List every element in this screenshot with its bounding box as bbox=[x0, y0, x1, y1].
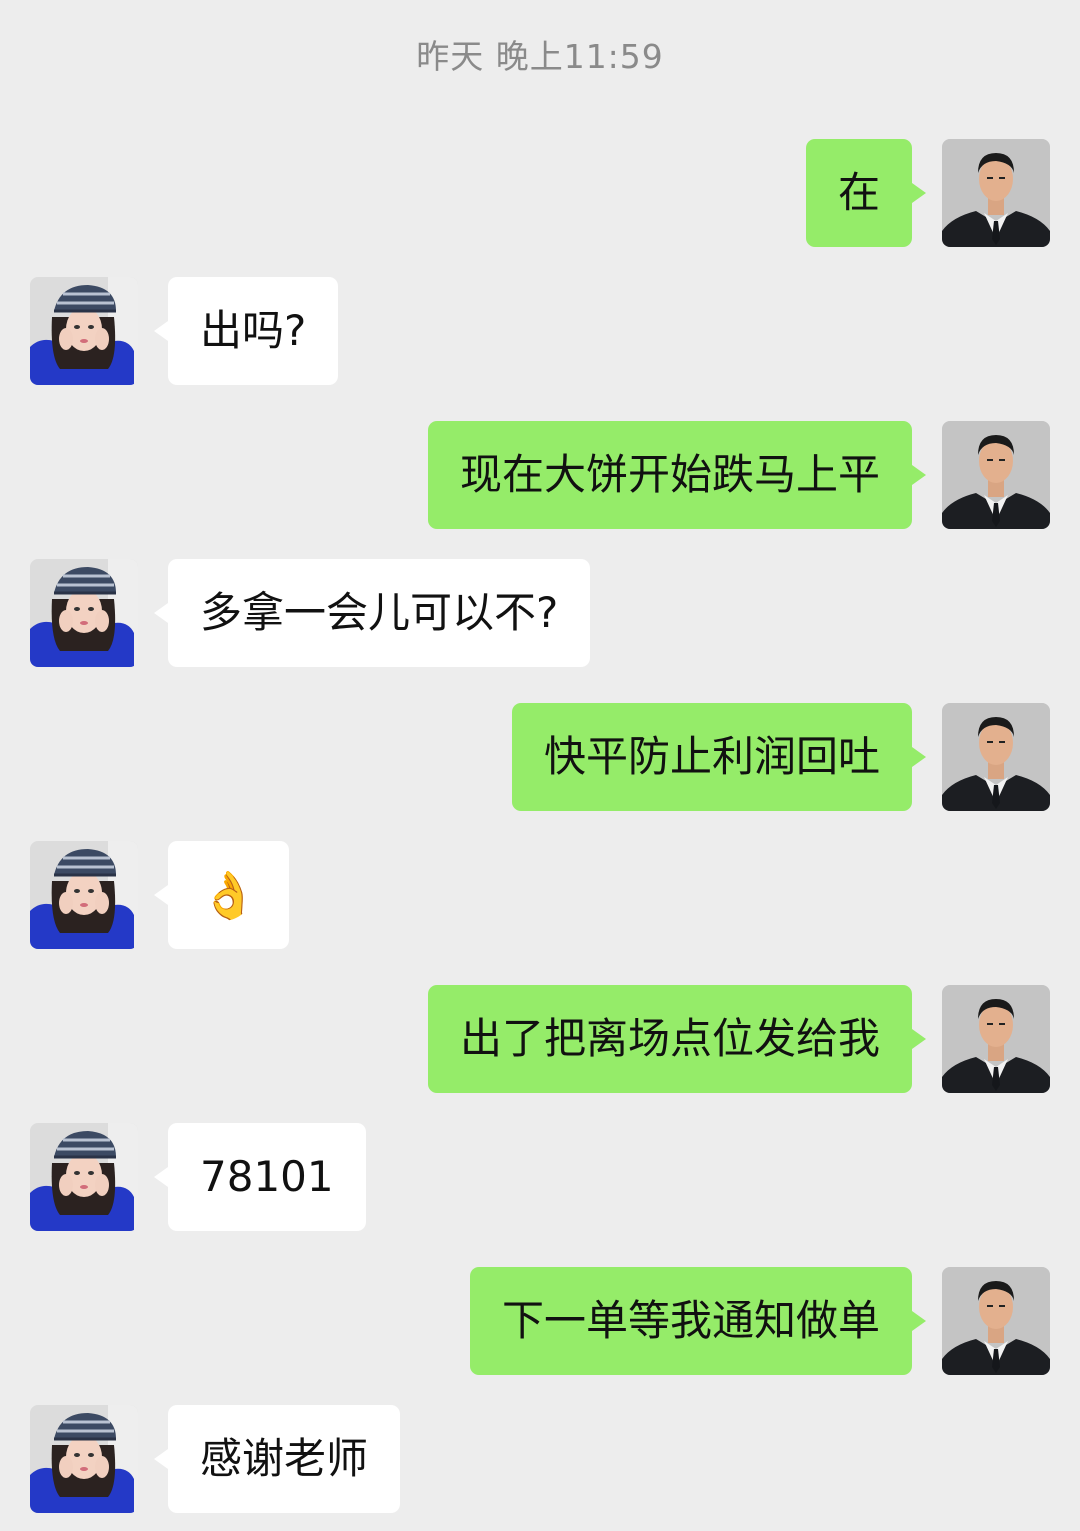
message-row-outgoing: 快平防止利润回吐 bbox=[0, 703, 1080, 811]
contact-avatar-icon[interactable] bbox=[30, 841, 138, 949]
bubble-tail bbox=[154, 321, 168, 341]
contact-avatar-icon[interactable] bbox=[30, 1123, 138, 1231]
bubble-tail bbox=[154, 1167, 168, 1187]
bubble-tail bbox=[912, 465, 926, 485]
message-row-incoming: 感谢老师 bbox=[0, 1405, 1080, 1513]
message-row-outgoing: 下一单等我通知做单 bbox=[0, 1267, 1080, 1375]
message-row-incoming: 出吗? bbox=[0, 277, 1080, 385]
bubble-tail bbox=[154, 1449, 168, 1469]
outgoing-message-bubble[interactable]: 现在大饼开始跌马上平 bbox=[427, 421, 912, 529]
bubble-tail bbox=[912, 1311, 926, 1331]
self-avatar-icon[interactable] bbox=[942, 703, 1050, 811]
incoming-message-bubble[interactable]: 👌 bbox=[168, 841, 290, 949]
outgoing-message-bubble[interactable]: 下一单等我通知做单 bbox=[469, 1267, 912, 1375]
self-avatar-icon[interactable] bbox=[942, 985, 1050, 1093]
outgoing-message-bubble[interactable]: 出了把离场点位发给我 bbox=[427, 985, 912, 1093]
bubble-tail bbox=[154, 885, 168, 905]
ok-hand-icon: 👌 bbox=[200, 868, 258, 922]
contact-avatar-icon[interactable] bbox=[30, 559, 138, 667]
bubble-tail bbox=[912, 183, 926, 203]
message-row-incoming: 👌 bbox=[0, 841, 1080, 949]
message-row-incoming: 78101 bbox=[0, 1123, 1080, 1231]
self-avatar-icon[interactable] bbox=[942, 1267, 1050, 1375]
incoming-message-bubble[interactable]: 感谢老师 bbox=[168, 1405, 401, 1513]
incoming-message-bubble[interactable]: 出吗? bbox=[168, 277, 339, 385]
incoming-message-bubble[interactable]: 78101 bbox=[168, 1123, 366, 1231]
message-row-outgoing: 在 bbox=[0, 139, 1080, 247]
incoming-message-bubble[interactable]: 多拿一会儿可以不? bbox=[168, 559, 591, 667]
bubble-tail bbox=[912, 747, 926, 767]
contact-avatar-icon[interactable] bbox=[30, 1405, 138, 1513]
outgoing-message-bubble[interactable]: 快平防止利润回吐 bbox=[511, 703, 912, 811]
message-row-incoming: 多拿一会儿可以不? bbox=[0, 559, 1080, 667]
chat-timestamp: 昨天 晚上11:59 bbox=[416, 37, 664, 76]
bubble-tail bbox=[154, 603, 168, 623]
message-row-outgoing: 现在大饼开始跌马上平 bbox=[0, 421, 1080, 529]
bubble-tail bbox=[912, 1029, 926, 1049]
message-row-outgoing: 出了把离场点位发给我 bbox=[0, 985, 1080, 1093]
outgoing-message-bubble[interactable]: 在 bbox=[805, 139, 912, 247]
contact-avatar-icon[interactable] bbox=[30, 277, 138, 385]
self-avatar-icon[interactable] bbox=[942, 139, 1050, 247]
self-avatar-icon[interactable] bbox=[942, 421, 1050, 529]
